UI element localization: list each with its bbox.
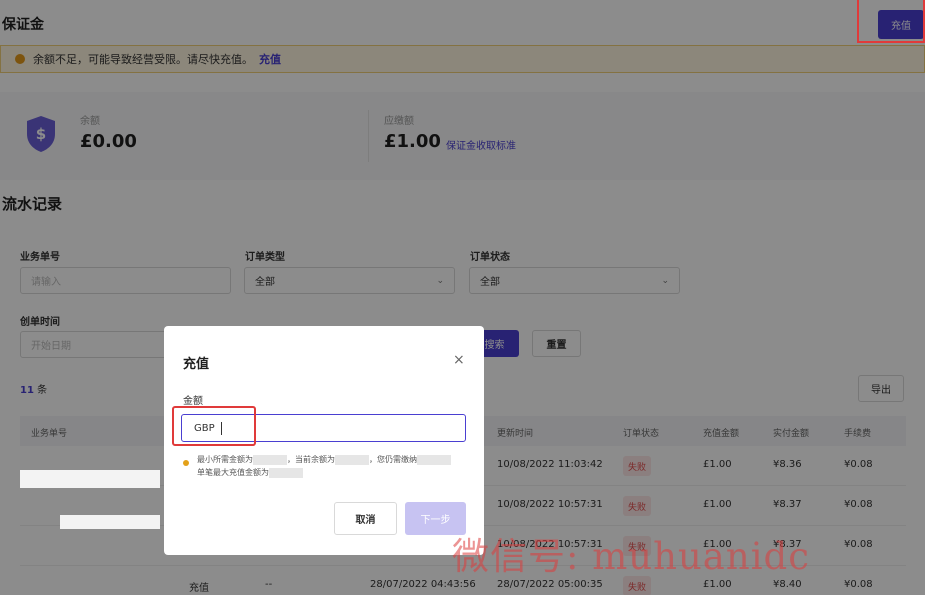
info-dot-icon bbox=[183, 460, 189, 466]
amount-tip: 最小所需金额为 ，当前余额为 ，您仍需缴纳 单笔最大充值金额为 bbox=[197, 453, 451, 479]
cancel-button[interactable]: 取消 bbox=[334, 502, 397, 535]
watermark: 微信号: muhuanidc bbox=[452, 535, 810, 578]
redacted-area bbox=[60, 515, 160, 529]
highlight-box bbox=[172, 406, 256, 446]
modal-title: 充值 bbox=[183, 357, 210, 372]
amount-label: 金额 bbox=[183, 396, 203, 407]
close-icon[interactable]: × bbox=[453, 352, 465, 368]
redacted-area bbox=[20, 470, 160, 488]
